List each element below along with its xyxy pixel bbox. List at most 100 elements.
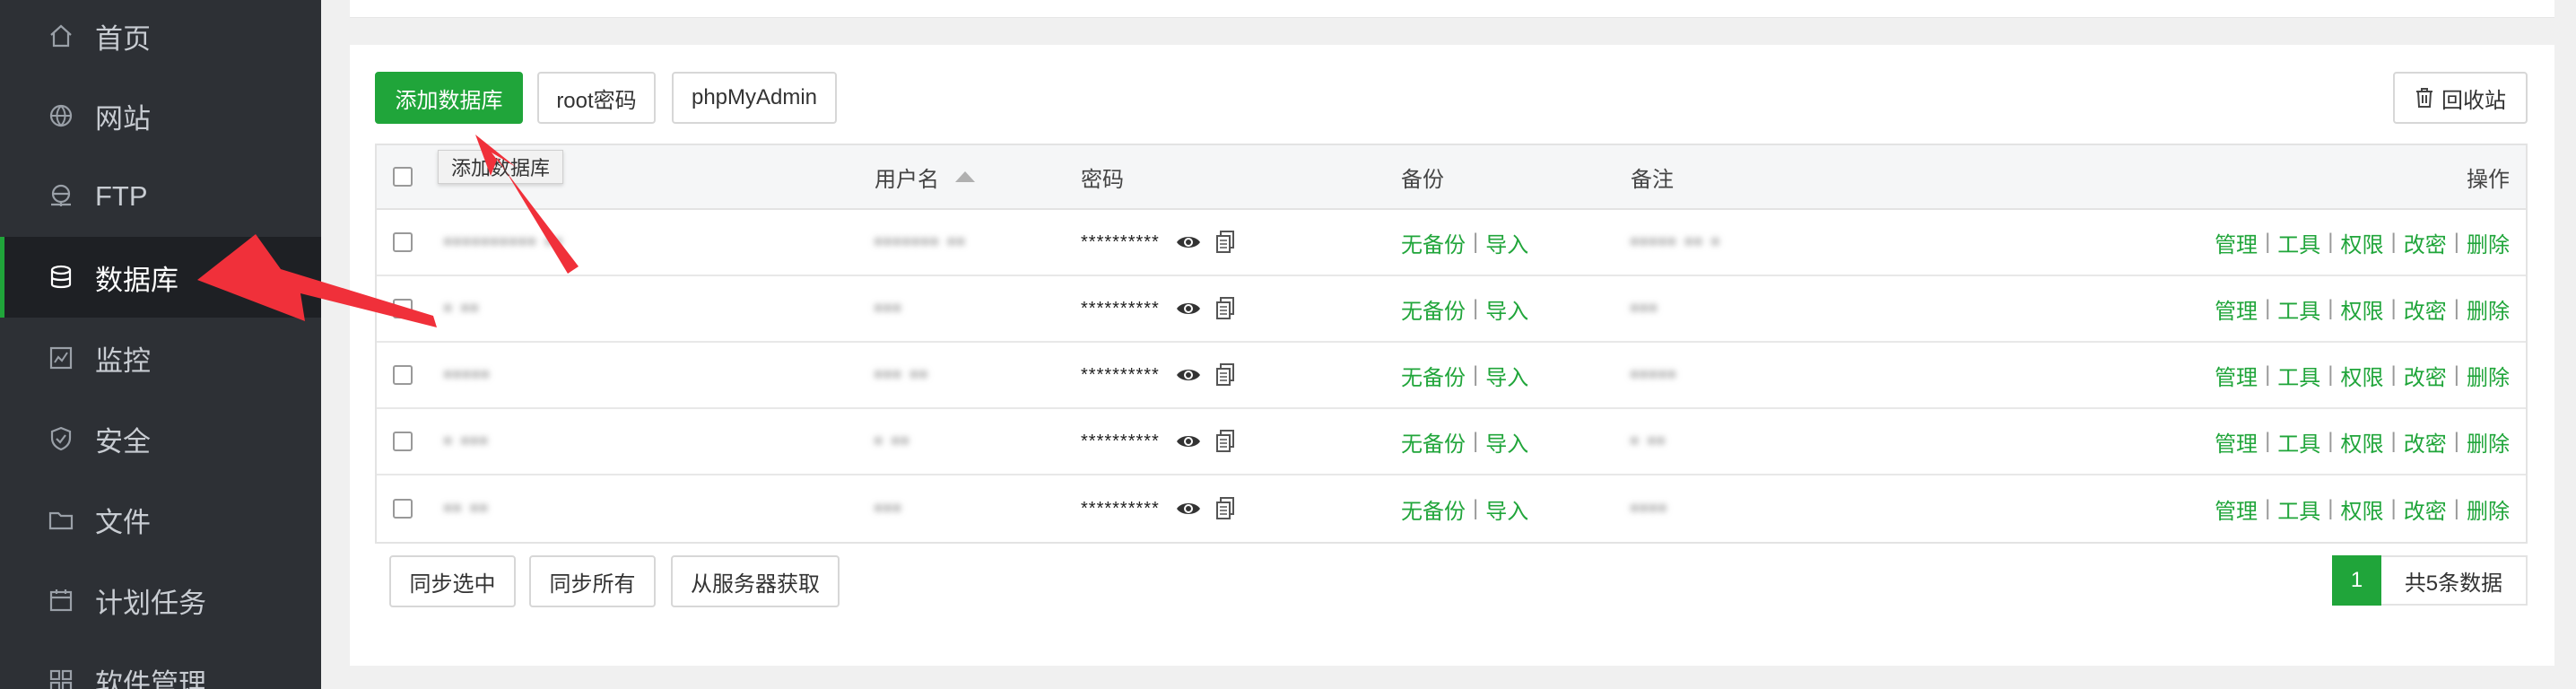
delete-link[interactable]: 删除: [2467, 360, 2510, 391]
manage-link[interactable]: 管理: [2215, 493, 2258, 525]
copy-icon[interactable]: [1215, 297, 1235, 320]
sort-asc-icon: [955, 171, 975, 182]
sidebar-item-cron[interactable]: 计划任务: [0, 560, 321, 641]
tools-link[interactable]: 工具: [2277, 426, 2320, 458]
row-checkbox[interactable]: [393, 475, 413, 542]
masked-password: **********: [1081, 231, 1160, 252]
no-backup-link[interactable]: 无备份: [1401, 360, 1466, 391]
delete-link[interactable]: 删除: [2467, 426, 2510, 458]
no-backup-link[interactable]: 无备份: [1401, 493, 1466, 525]
sync-selected-button[interactable]: 同步选中: [389, 555, 516, 607]
change-password-link[interactable]: 改密: [2404, 426, 2447, 458]
sidebar-item-files[interactable]: 文件: [0, 479, 321, 560]
change-password-link[interactable]: 改密: [2404, 360, 2447, 391]
phpmyadmin-button[interactable]: phpMyAdmin: [672, 72, 837, 124]
sync-all-button[interactable]: 同步所有: [529, 555, 656, 607]
no-backup-link[interactable]: 无备份: [1401, 227, 1466, 258]
copy-icon[interactable]: [1215, 497, 1235, 520]
add-database-button[interactable]: 添加数据库: [375, 72, 523, 124]
recycle-bin-label: 回收站: [2441, 88, 2506, 113]
tools-link[interactable]: 工具: [2277, 360, 2320, 391]
delete-link[interactable]: 删除: [2467, 493, 2510, 525]
sidebar-item-label: 首页: [95, 22, 151, 55]
sidebar-item-ftp[interactable]: FTP: [0, 156, 321, 237]
backup-cell: 无备份 | 导入: [1401, 343, 1528, 407]
manage-link[interactable]: 管理: [2215, 426, 2258, 458]
permission-link[interactable]: 权限: [2341, 227, 2384, 258]
copy-icon[interactable]: [1215, 430, 1235, 453]
root-password-button[interactable]: root密码: [537, 72, 656, 124]
copy-icon[interactable]: [1215, 363, 1235, 387]
header-password: 密码: [1081, 167, 1124, 192]
row-checkbox[interactable]: [393, 343, 413, 407]
eye-icon[interactable]: [1176, 300, 1201, 318]
fetch-from-server-button[interactable]: 从服务器获取: [671, 555, 840, 607]
sidebar-item-security[interactable]: 安全: [0, 398, 321, 479]
pagination-current-page[interactable]: 1: [2332, 555, 2381, 606]
db-remark[interactable]: •••: [1631, 276, 1658, 341]
header-actions: 操作: [2467, 167, 2510, 192]
sidebar-item-monitor[interactable]: 监控: [0, 318, 321, 398]
permission-link[interactable]: 权限: [2341, 293, 2384, 325]
import-link[interactable]: 导入: [1485, 227, 1528, 258]
masked-password: **********: [1081, 298, 1160, 318]
db-remark[interactable]: •••••: [1631, 343, 1677, 407]
change-password-link[interactable]: 改密: [2404, 293, 2447, 325]
header-username[interactable]: 用户名: [875, 145, 975, 208]
table-row: ••••• ••• •• ********** 无备份 | 导入 ••••• 管…: [377, 343, 2526, 409]
db-remark[interactable]: ••••• •• •: [1631, 210, 1721, 275]
import-link[interactable]: 导入: [1485, 426, 1528, 458]
ftp-server-icon: [47, 182, 75, 211]
db-remark[interactable]: ••••: [1631, 475, 1668, 542]
sidebar-item-home[interactable]: 首页: [0, 0, 321, 76]
change-password-link[interactable]: 改密: [2404, 493, 2447, 525]
row-checkbox[interactable]: [393, 409, 413, 474]
password-cell: **********: [1081, 475, 1235, 542]
row-actions: 管理 | 工具 | 权限 | 改密 | 删除: [2215, 210, 2510, 275]
eye-icon[interactable]: [1176, 233, 1201, 251]
copy-icon[interactable]: [1215, 231, 1235, 254]
tools-link[interactable]: 工具: [2277, 493, 2320, 525]
globe-icon: [47, 101, 75, 130]
sidebar-item-label: 数据库: [95, 264, 178, 296]
no-backup-link[interactable]: 无备份: [1401, 293, 1466, 325]
permission-link[interactable]: 权限: [2341, 493, 2384, 525]
manage-link[interactable]: 管理: [2215, 293, 2258, 325]
backup-cell: 无备份 | 导入: [1401, 475, 1528, 542]
eye-icon[interactable]: [1176, 500, 1201, 518]
backup-cell: 无备份 | 导入: [1401, 409, 1528, 474]
row-checkbox[interactable]: [393, 276, 413, 341]
manage-link[interactable]: 管理: [2215, 360, 2258, 391]
import-link[interactable]: 导入: [1485, 493, 1528, 525]
shield-icon: [47, 424, 75, 453]
delete-link[interactable]: 删除: [2467, 293, 2510, 325]
manage-link[interactable]: 管理: [2215, 227, 2258, 258]
import-link[interactable]: 导入: [1485, 360, 1528, 391]
table-header: 用户名 密码 备份 备注 操作: [377, 145, 2526, 210]
tools-link[interactable]: 工具: [2277, 227, 2320, 258]
sidebar: 首页 网站 FTP 数据库 监控 安全 文件 计划任务 软件管理: [0, 0, 321, 689]
eye-icon[interactable]: [1176, 432, 1201, 450]
masked-password: **********: [1081, 431, 1160, 451]
eye-icon[interactable]: [1176, 366, 1201, 384]
permission-link[interactable]: 权限: [2341, 426, 2384, 458]
import-link[interactable]: 导入: [1485, 293, 1528, 325]
sidebar-item-label: FTP: [95, 180, 148, 212]
delete-link[interactable]: 删除: [2467, 227, 2510, 258]
no-backup-link[interactable]: 无备份: [1401, 426, 1466, 458]
row-checkbox[interactable]: [393, 210, 413, 275]
db-remark[interactable]: • ••: [1631, 409, 1667, 474]
select-all-checkbox[interactable]: [393, 145, 413, 208]
tools-link[interactable]: 工具: [2277, 293, 2320, 325]
apps-icon: [47, 667, 75, 689]
permission-link[interactable]: 权限: [2341, 360, 2384, 391]
change-password-link[interactable]: 改密: [2404, 227, 2447, 258]
sidebar-item-website[interactable]: 网站: [0, 75, 321, 156]
table-row: •• •• ••• ********** 无备份 | 导入 •••• 管理 | …: [377, 475, 2526, 542]
sidebar-item-database[interactable]: 数据库: [0, 237, 321, 318]
recycle-bin-button[interactable]: 回收站: [2393, 72, 2528, 124]
database-icon: [47, 263, 75, 292]
monitor-icon: [47, 344, 75, 372]
add-database-tooltip: 添加数据库: [438, 150, 563, 184]
sidebar-item-software[interactable]: 软件管理: [0, 641, 321, 689]
